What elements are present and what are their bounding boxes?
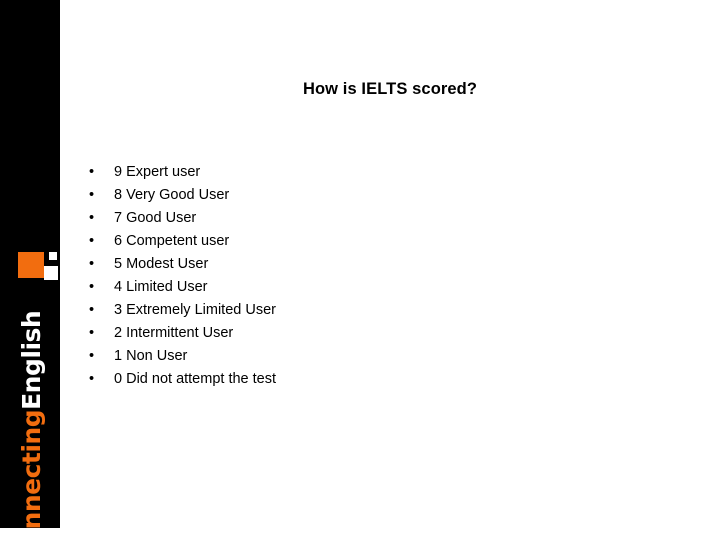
list-item-label: 6 Competent user <box>114 233 230 249</box>
list-item: • 9 Expert user <box>86 161 506 184</box>
white-square-small-icon <box>49 252 57 260</box>
logo-squares-mark <box>0 0 60 280</box>
list-item-label: 9 Expert user <box>114 164 201 180</box>
list-item: • 7 Good User <box>86 207 506 230</box>
bullet-marker-icon: • <box>89 256 95 272</box>
slide-canvas: ConnectingEnglish How is IELTS scored? •… <box>0 0 720 540</box>
brand-wordmark: ConnectingEnglish <box>16 264 48 528</box>
list-item-label: 3 Extremely Limited User <box>114 302 276 318</box>
list-item: • 2 Intermittent User <box>86 322 506 345</box>
brand-sidebar: ConnectingEnglish <box>0 0 60 528</box>
list-item-label: 0 Did not attempt the test <box>114 371 277 387</box>
page-title: How is IELTS scored? <box>302 80 478 98</box>
brand-word-english: English <box>17 310 46 410</box>
bullet-marker-icon: • <box>89 348 95 364</box>
band-score-list: • 9 Expert user • 8 Very Good User • 7 G… <box>86 161 506 391</box>
bullet-marker-icon: • <box>89 325 95 341</box>
bullet-marker-icon: • <box>89 187 95 203</box>
bullet-marker-icon: • <box>89 279 95 295</box>
list-item-label: 5 Modest User <box>114 256 209 272</box>
list-item: • 1 Non User <box>86 345 506 368</box>
list-item-label: 1 Non User <box>114 348 188 364</box>
brand-word-connecting: Connecting <box>17 409 46 528</box>
list-item-label: 7 Good User <box>114 210 197 226</box>
list-item: • 6 Competent user <box>86 230 506 253</box>
list-item-label: 4 Limited User <box>114 279 208 295</box>
list-item: • 5 Modest User <box>86 253 506 276</box>
list-item-label: 8 Very Good User <box>114 187 230 203</box>
bullet-marker-icon: • <box>89 302 95 318</box>
list-item: • 8 Very Good User <box>86 184 506 207</box>
bullet-marker-icon: • <box>89 164 95 180</box>
bullet-marker-icon: • <box>89 233 95 249</box>
bullet-marker-icon: • <box>89 210 95 226</box>
list-item-label: 2 Intermittent User <box>114 325 234 341</box>
list-item: • 4 Limited User <box>86 276 506 299</box>
list-item: • 3 Extremely Limited User <box>86 299 506 322</box>
list-item: • 0 Did not attempt the test <box>86 368 506 391</box>
bullet-marker-icon: • <box>89 371 95 387</box>
